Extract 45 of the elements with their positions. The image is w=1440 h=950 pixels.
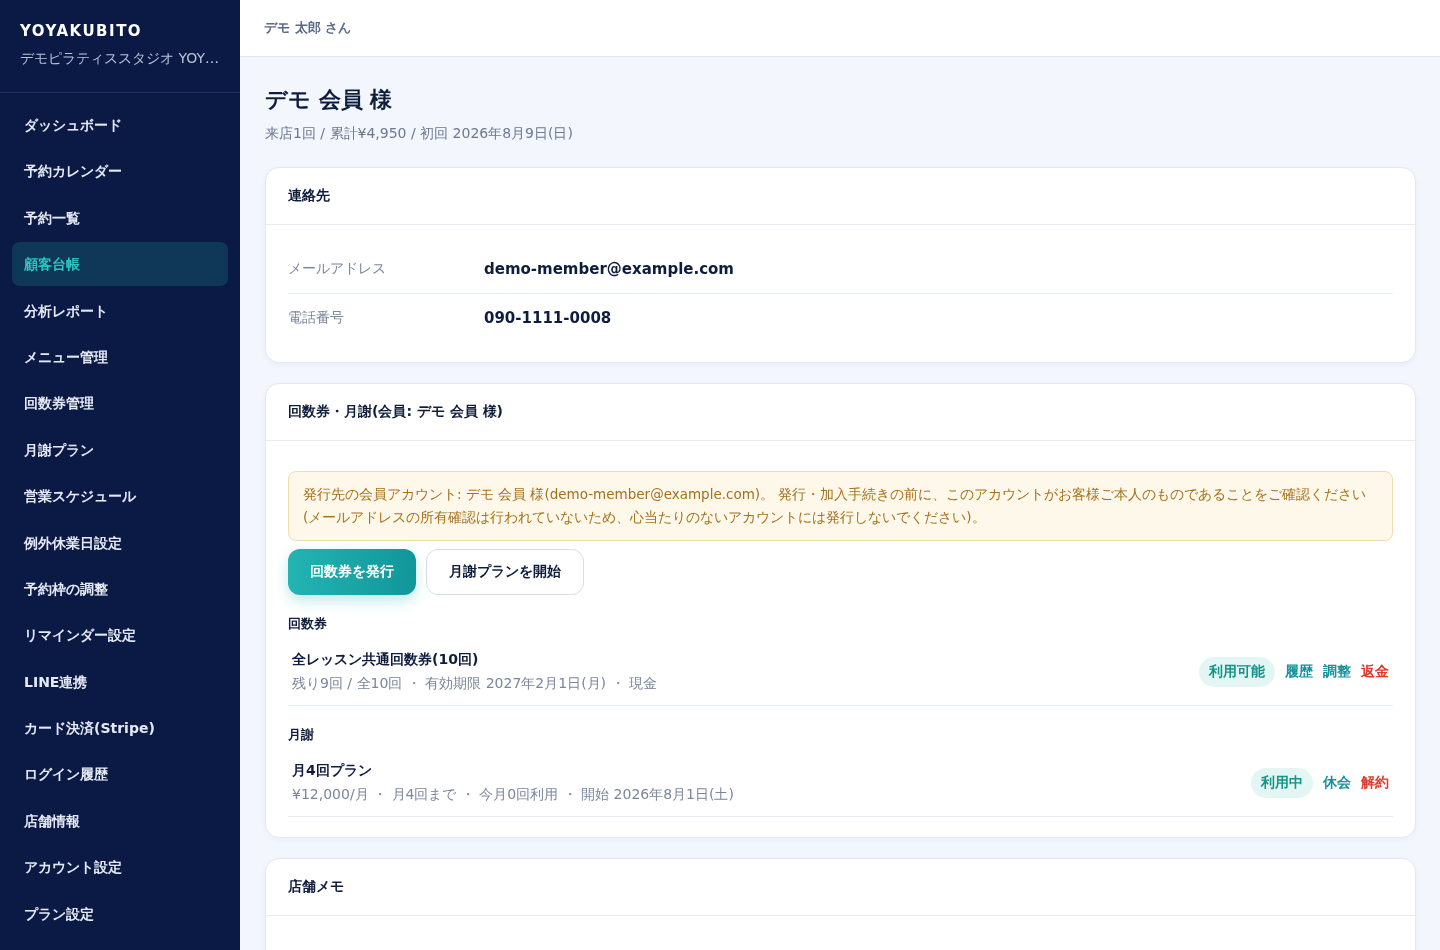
sidebar-item[interactable]: 営業スケジュール	[12, 474, 228, 519]
action-link[interactable]: 休会	[1323, 774, 1351, 792]
field-label: 電話番号	[288, 309, 345, 327]
sidebar-item[interactable]: 予約枠の調整	[12, 566, 228, 611]
field-label: メールアドレス	[288, 260, 387, 278]
sidebar-item[interactable]: ログイン履歴	[12, 752, 228, 797]
sidebar-item[interactable]: ダッシュボード	[12, 103, 228, 147]
sidebar-item[interactable]: 予約カレンダー	[12, 149, 228, 194]
start-button[interactable]: 月謝プランを開始	[426, 549, 584, 595]
sidebar-item[interactable]: プラン設定	[12, 891, 228, 936]
card-title: 回数券・月謝(会員: デモ 会員 様)	[288, 403, 504, 421]
sidebar-item[interactable]: メニュー管理	[12, 334, 228, 379]
user-name: デモ 太郎 さん	[264, 19, 352, 37]
customer-summary: 来店1回 / 累計¥4,950 / 初回 2026年8月9日(日)	[265, 125, 574, 143]
sidebar-item[interactable]: カード決済(Stripe)	[12, 706, 228, 751]
action-link[interactable]: 解約	[1361, 774, 1389, 792]
action-link[interactable]: 履歴	[1285, 663, 1313, 681]
brand-name: YOYAKUBITO	[20, 22, 144, 40]
sidebar-item[interactable]: 予約一覧	[12, 195, 228, 240]
field-value: 090-1111-0008	[484, 309, 612, 327]
plan-name: 全レッスン共通回数券(10回)	[292, 651, 480, 669]
store-name: デモピラティススタジオ YOY…	[20, 50, 220, 68]
sidebar-item[interactable]: リマインダー設定	[12, 613, 228, 658]
plan-details: 残り9回 / 全10回 ・ 有効期限 2027年2月1日(月) ・ 現金	[292, 675, 657, 693]
page-title: デモ 会員 様	[265, 86, 394, 114]
sidebar-item[interactable]: 店舗情報	[12, 798, 228, 843]
notice-message: 発行先の会員アカウント: デモ 会員 様(demo-member@example.com)。 発行・加入手続きの前に、このアカウントがお客様ご本人のものであることをご確認ください(メールアドレスの所有確認は行われていないため、心当たりのないアカウントには発行しないでください)。	[288, 471, 1393, 541]
action-link[interactable]: 調整	[1323, 663, 1351, 681]
sidebar-item[interactable]: LINE連携	[12, 659, 228, 704]
section-heading: 回数券	[288, 615, 328, 633]
sidebar-item[interactable]: アカウント設定	[12, 845, 228, 890]
section-heading: 月謝	[288, 726, 315, 744]
sidebar-item[interactable]: 分析レポート	[12, 288, 228, 333]
status-badge: 利用可能	[1199, 657, 1275, 687]
field-value: demo-member@example.com	[484, 260, 734, 278]
action-link[interactable]: 返金	[1361, 663, 1389, 681]
sidebar-item[interactable]: 月謝プラン	[12, 427, 228, 472]
card-title: 店舗メモ	[288, 878, 344, 896]
status-badge: 利用中	[1251, 768, 1313, 798]
plan-name: 月4回プラン	[292, 762, 373, 780]
sidebar-item[interactable]: 例外休業日設定	[12, 520, 228, 565]
plan-details: ¥12,000/月 ・ 月4回まで ・ 今月0回利用 ・ 開始 2026年8月1日(土)	[292, 786, 734, 804]
sidebar-item[interactable]: 回数券管理	[12, 381, 228, 426]
card-title: 連絡先	[288, 187, 330, 205]
sidebar-item[interactable]: 顧客台帳	[12, 242, 228, 287]
